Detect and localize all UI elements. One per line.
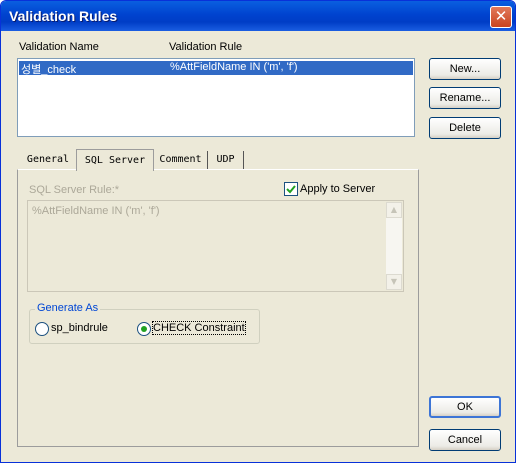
- radio-selected-dot: [141, 326, 147, 332]
- title-bar: Validation Rules ✕: [1, 1, 515, 31]
- sql-server-rule-text: %AttFieldName IN ('m', 'f'): [32, 205, 160, 217]
- check-constraint-label[interactable]: CHECK Constraint: [152, 321, 246, 335]
- column-header-validation-name[interactable]: Validation Name: [19, 41, 99, 53]
- new-button-label: New...: [449, 63, 481, 75]
- rename-button-label: Rename...: [439, 92, 491, 104]
- sql-server-rule-label: SQL Server Rule:*: [29, 184, 120, 196]
- column-header-validation-rule[interactable]: Validation Rule: [169, 41, 242, 53]
- vertical-scrollbar[interactable]: ▲ ▼: [386, 202, 402, 290]
- close-icon[interactable]: ✕: [490, 6, 512, 28]
- list-item-rule: %AttFieldName IN ('m', 'f'): [170, 61, 298, 73]
- scroll-up-icon[interactable]: ▲: [386, 202, 402, 218]
- validation-rules-list[interactable]: 성별_check %AttFieldName IN ('m', 'f'): [17, 58, 415, 137]
- tab-general[interactable]: General: [20, 151, 77, 169]
- apply-to-server-checkbox[interactable]: [284, 182, 298, 196]
- tab-udp[interactable]: UDP: [208, 151, 244, 169]
- cancel-button[interactable]: Cancel: [429, 429, 501, 451]
- sql-server-rule-textarea[interactable]: %AttFieldName IN ('m', 'f') ▲ ▼: [27, 200, 404, 292]
- tab-comment[interactable]: Comment: [154, 151, 208, 169]
- ok-button-label: OK: [457, 401, 473, 413]
- validation-rules-dialog: Validation Rules ✕ Validation Name Valid…: [0, 0, 516, 463]
- new-button[interactable]: New...: [429, 58, 501, 80]
- delete-button-label: Delete: [449, 122, 481, 134]
- generate-as-label: Generate As: [35, 302, 101, 314]
- list-item[interactable]: 성별_check %AttFieldName IN ('m', 'f'): [19, 61, 413, 76]
- delete-button[interactable]: Delete: [429, 117, 501, 139]
- check-constraint-radio[interactable]: [137, 322, 151, 336]
- rename-button[interactable]: Rename...: [429, 87, 501, 109]
- scroll-down-icon[interactable]: ▼: [386, 274, 402, 290]
- window-title: Validation Rules: [9, 8, 118, 24]
- tab-sql-server[interactable]: SQL Server: [76, 149, 154, 171]
- sp-bindrule-label[interactable]: sp_bindrule: [51, 322, 108, 334]
- checkmark-icon: [286, 185, 296, 194]
- apply-to-server-label[interactable]: Apply to Server: [300, 183, 375, 195]
- ok-button[interactable]: OK: [429, 396, 501, 418]
- sp-bindrule-radio[interactable]: [35, 322, 49, 336]
- cancel-button-label: Cancel: [447, 434, 483, 446]
- list-item-name: 성별_check: [21, 64, 77, 76]
